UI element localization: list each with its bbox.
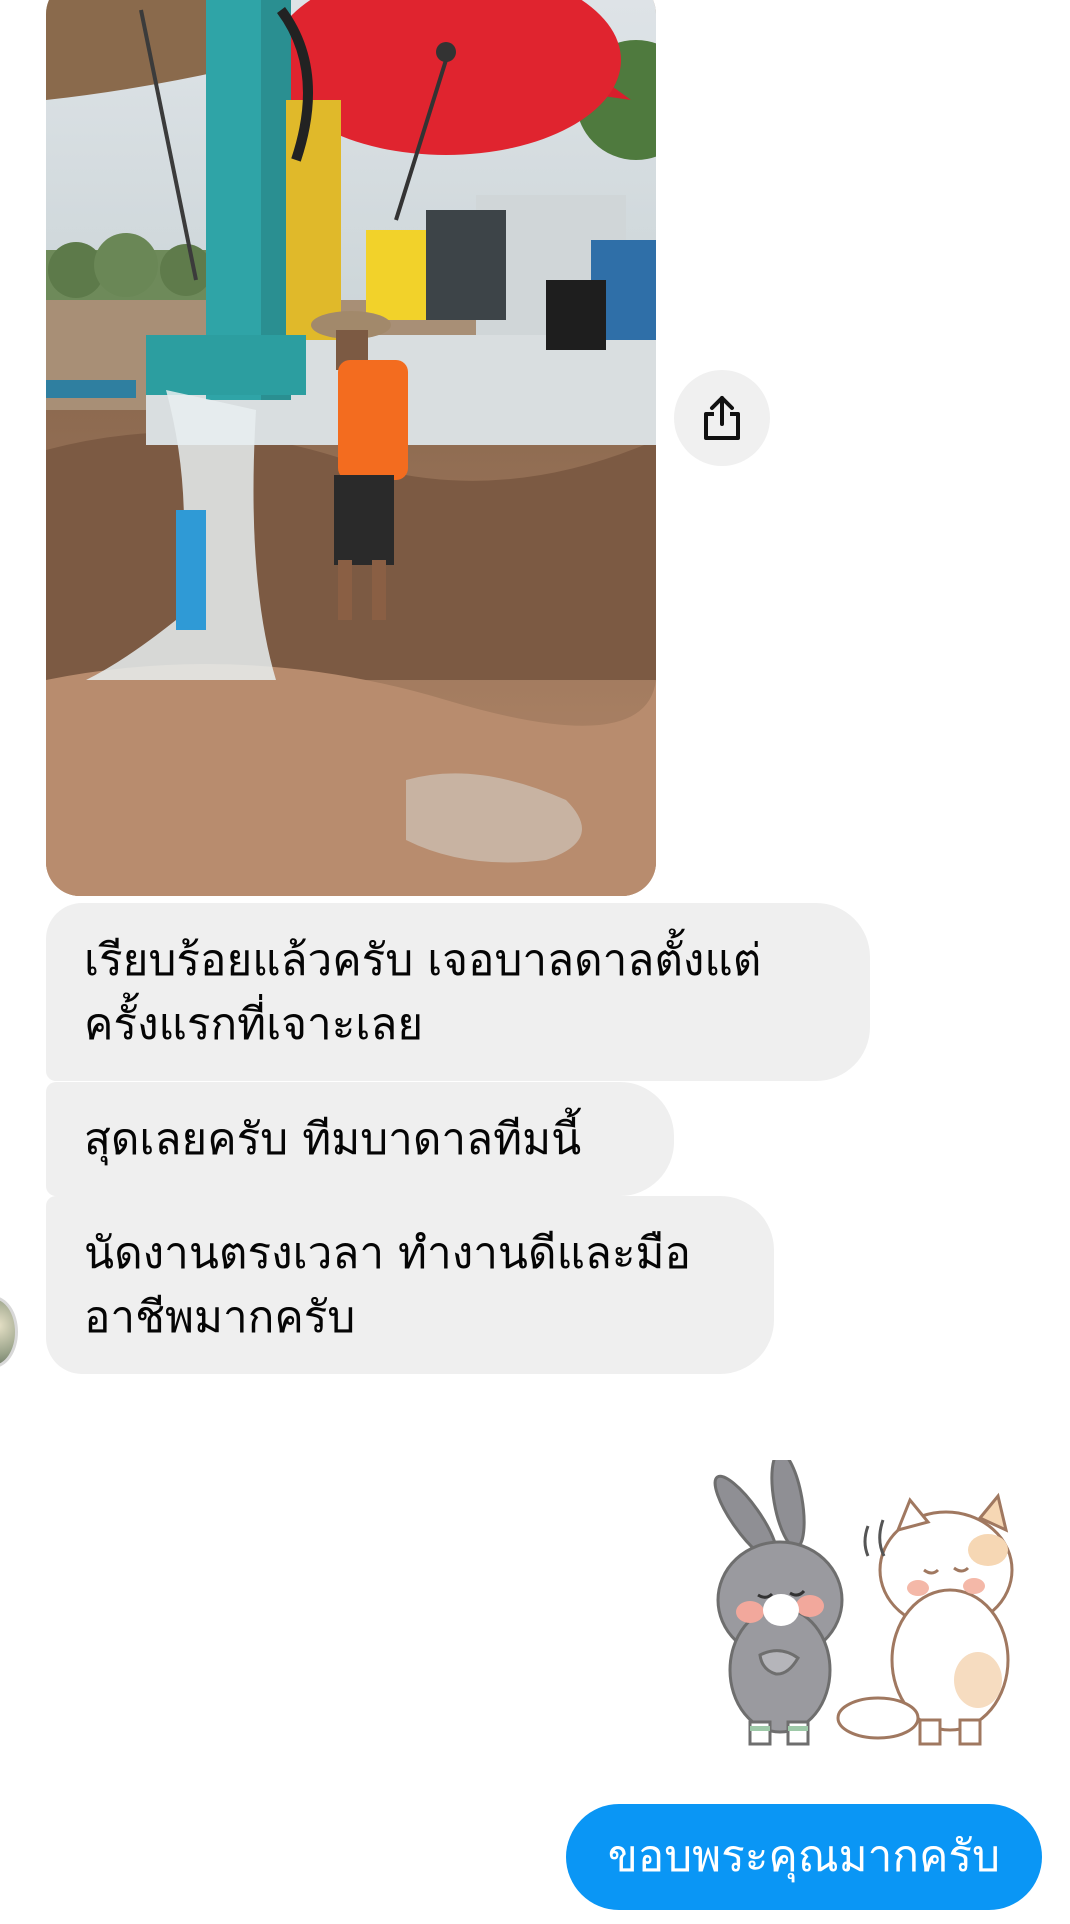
sender-avatar[interactable] [0,1296,18,1368]
share-button[interactable] [674,370,770,466]
outgoing-message[interactable]: ขอบพระคุณมากครับ [565,1804,1042,1910]
incoming-message[interactable]: เรียบร้อยแล้วครับ เจอบาลดาลตั้งแต่ ครั้ง… [46,903,870,1081]
incoming-message[interactable]: สุดเลยครับ ทีมบาดาลทีมนี้ [46,1082,674,1196]
chat-thread: เรียบร้อยแล้วครับ เจอบาลดาลตั้งแต่ ครั้ง… [0,0,1070,1924]
well-drilling-photo [46,0,656,896]
bunny-and-cat-thank-you-sticker-icon [713,1451,1014,1746]
photo-message[interactable] [46,0,656,896]
incoming-message[interactable]: นัดงานตรงเวลา ทำงานดีและมือ อาชีพมากครับ [46,1196,774,1374]
share-icon [704,396,740,440]
sticker-message[interactable] [688,1451,1040,1750]
